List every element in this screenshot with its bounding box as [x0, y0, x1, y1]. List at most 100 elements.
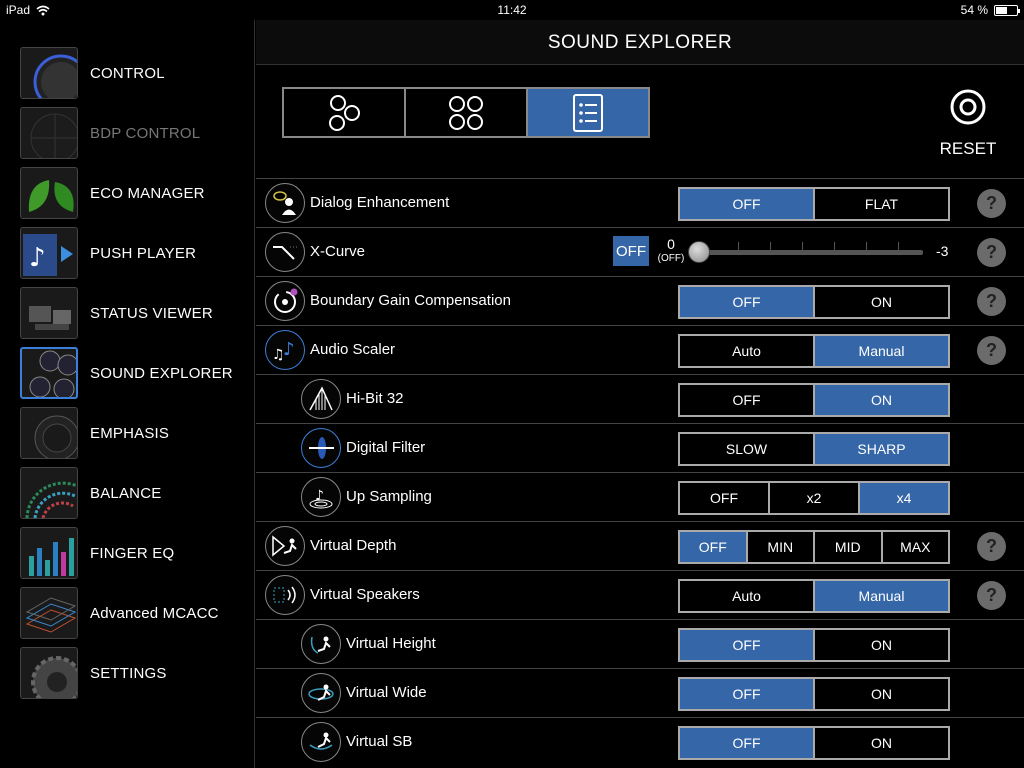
row-label: Virtual Depth	[310, 537, 397, 554]
help-button[interactable]: ?	[977, 336, 1006, 365]
digital-filter-toggle: SLOW SHARP	[678, 432, 950, 466]
sound-explorer-icon	[20, 347, 78, 399]
sidebar-item-push-player[interactable]: ♪ PUSH PLAYER	[20, 226, 250, 280]
sidebar-item-status-viewer[interactable]: STATUS VIEWER	[20, 286, 250, 340]
option-auto[interactable]: Auto	[680, 336, 815, 366]
option-sharp[interactable]: SHARP	[815, 434, 948, 464]
option-manual[interactable]: Manual	[815, 581, 948, 611]
virtual-depth-toggle: OFF MIN MID MAX	[678, 530, 950, 564]
digital-filter-icon	[301, 428, 341, 468]
sidebar-item-balance[interactable]: BALANCE	[20, 466, 250, 520]
option-auto[interactable]: Auto	[680, 581, 815, 611]
sidebar: CONTROL BDP CONTROL ECO MANAGER ♪ PUSH P…	[0, 20, 255, 768]
svg-text:♪: ♪	[315, 488, 324, 504]
row-label: Virtual SB	[346, 733, 413, 750]
option-mid[interactable]: MID	[815, 532, 883, 562]
help-button[interactable]: ?	[977, 189, 1006, 218]
option-off[interactable]: OFF	[680, 385, 815, 415]
virtual-height-icon	[301, 624, 341, 664]
sidebar-item-label: PUSH PLAYER	[90, 244, 197, 262]
sidebar-item-sound-explorer[interactable]: SOUND EXPLORER	[20, 346, 250, 400]
virtual-speakers-toggle: Auto Manual	[678, 579, 950, 613]
hi-bit-toggle: OFF ON	[678, 383, 950, 417]
gear-icon	[20, 647, 78, 699]
audio-scaler-toggle: Auto Manual	[678, 334, 950, 368]
option-manual[interactable]: Manual	[815, 336, 948, 366]
row-virtual-sb: Virtual SB OFF ON	[256, 717, 1024, 766]
option-max[interactable]: MAX	[883, 532, 949, 562]
view-mode-grid[interactable]	[406, 89, 528, 136]
row-label: Hi-Bit 32	[346, 390, 404, 407]
slider-tick	[770, 242, 771, 250]
help-button[interactable]: ?	[977, 581, 1006, 610]
virtual-depth-icon	[265, 526, 305, 566]
row-label: Virtual Height	[346, 635, 436, 652]
option-on[interactable]: ON	[815, 728, 948, 758]
dialog-icon	[265, 183, 305, 223]
hi-bit-icon	[301, 379, 341, 419]
help-button[interactable]: ?	[977, 238, 1006, 267]
sidebar-item-advanced-mcacc[interactable]: Advanced MCACC	[20, 586, 250, 640]
sidebar-item-control[interactable]: CONTROL	[20, 46, 250, 100]
up-sampling-icon: ♪	[301, 477, 341, 517]
option-on[interactable]: ON	[815, 385, 948, 415]
x-curve-off-button[interactable]: OFF	[613, 236, 649, 266]
option-on[interactable]: ON	[815, 679, 948, 709]
option-off[interactable]: OFF	[680, 189, 815, 219]
option-flat[interactable]: FLAT	[815, 189, 948, 219]
room-grid-icon	[20, 587, 78, 639]
option-slow[interactable]: SLOW	[680, 434, 815, 464]
x-curve-slider-track[interactable]	[701, 250, 923, 255]
slider-tick	[802, 242, 803, 250]
option-off[interactable]: OFF	[680, 287, 815, 317]
virtual-wide-toggle: OFF ON	[678, 677, 950, 711]
page-title: SOUND EXPLORER	[256, 20, 1024, 65]
row-label: Virtual Speakers	[310, 586, 420, 603]
balance-icon	[20, 467, 78, 519]
four-circles-icon	[449, 95, 483, 130]
sidebar-item-label: STATUS VIEWER	[90, 304, 213, 322]
row-label: Audio Scaler	[310, 341, 396, 358]
view-mode-list[interactable]	[528, 89, 648, 136]
sidebar-item-bdp-control[interactable]: BDP CONTROL	[20, 106, 250, 160]
view-mode-cluster[interactable]	[284, 89, 406, 136]
sidebar-item-emphasis[interactable]: EMPHASIS	[20, 406, 250, 460]
sidebar-item-label: FINGER EQ	[90, 544, 175, 562]
speaker-icon	[20, 407, 78, 459]
x-curve-slider-thumb[interactable]	[688, 241, 710, 263]
up-sampling-toggle: OFF x2 x4	[678, 481, 950, 515]
option-off[interactable]: OFF	[680, 483, 770, 513]
clock: 11:42	[497, 3, 527, 17]
option-on[interactable]: ON	[815, 630, 948, 660]
help-button[interactable]: ?	[977, 287, 1006, 316]
reset-button[interactable]: RESET	[936, 88, 1000, 159]
status-bar: iPad 11:42 54 %	[0, 0, 1024, 20]
x-curve-zero-sub: (OFF)	[657, 253, 685, 264]
slider-tick	[866, 242, 867, 250]
virtual-wide-icon	[301, 673, 341, 713]
leaf-icon	[20, 167, 78, 219]
option-off[interactable]: OFF	[680, 728, 815, 758]
option-min[interactable]: MIN	[748, 532, 815, 562]
option-x2[interactable]: x2	[770, 483, 860, 513]
svg-text:♪: ♪	[29, 243, 46, 273]
option-off[interactable]: OFF	[680, 679, 815, 709]
slider-tick	[898, 242, 899, 250]
sidebar-item-label: BDP CONTROL	[90, 124, 201, 142]
x-curve-zero-label: 0 (OFF)	[656, 236, 686, 264]
virtual-height-toggle: OFF ON	[678, 628, 950, 662]
option-on[interactable]: ON	[815, 287, 948, 317]
option-x4[interactable]: x4	[860, 483, 948, 513]
row-digital-filter: Digital Filter SLOW SHARP	[256, 423, 1024, 472]
reset-label: RESET	[939, 139, 997, 158]
sidebar-item-label: BALANCE	[90, 484, 162, 502]
three-circles-icon	[329, 94, 360, 131]
sidebar-item-finger-eq[interactable]: FINGER EQ	[20, 526, 250, 580]
sidebar-item-settings[interactable]: SETTINGS	[20, 646, 250, 700]
option-off[interactable]: OFF	[680, 630, 815, 660]
sidebar-item-label: Advanced MCACC	[90, 604, 219, 622]
help-button[interactable]: ?	[977, 532, 1006, 561]
reset-icon	[950, 89, 986, 125]
option-off[interactable]: OFF	[680, 532, 748, 562]
sidebar-item-eco-manager[interactable]: ECO MANAGER	[20, 166, 250, 220]
